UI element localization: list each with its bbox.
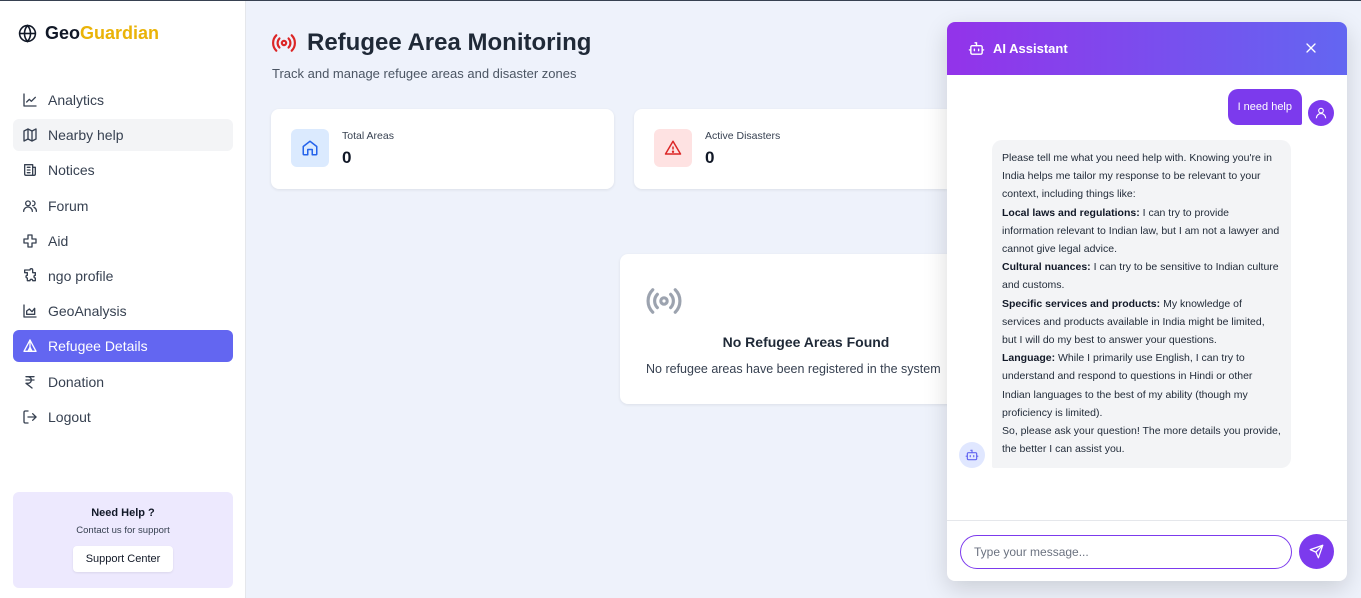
send-button[interactable]	[1299, 534, 1334, 569]
bot-icon	[968, 42, 985, 55]
empty-state-card: No Refugee Areas Found No refugee areas …	[620, 254, 960, 404]
area-chart-icon	[23, 304, 37, 318]
sidebar-item-label: Analytics	[48, 92, 105, 108]
bot-message-paragraph: Local laws and regulations: I can try to…	[1002, 204, 1281, 259]
broadcast-icon	[272, 34, 296, 52]
sidebar-item-label: Aid	[48, 232, 69, 249]
bot-message-paragraph: Language: While I primarily use English,…	[1002, 349, 1281, 422]
sidebar-item-donation[interactable]: Donation	[13, 366, 233, 398]
bot-message-paragraph: So, please ask your question! The more d…	[1002, 422, 1281, 458]
empty-state-subtitle: No refugee areas have been registered in…	[646, 362, 941, 376]
sidebar-item-notices[interactable]: Notices	[13, 154, 233, 186]
bot-message-text: Please tell me what you need help with. …	[1002, 152, 1272, 201]
chart-line-icon	[23, 93, 37, 107]
help-card: Need Help ? Contact us for support Suppo…	[13, 492, 233, 588]
chat-title: AI Assistant	[993, 41, 1068, 56]
page-title: Refugee Area Monitoring	[307, 29, 592, 56]
bot-message-paragraph: Specific services and products: My knowl…	[1002, 295, 1281, 350]
bot-message-paragraph: Cultural nuances: I can try to be sensit…	[1002, 258, 1281, 294]
ai-assistant-panel: AI Assistant I need help Please tell me …	[947, 22, 1347, 581]
users-icon	[23, 199, 37, 212]
help-subtitle: Contact us for support	[76, 525, 170, 536]
sidebar-item-nearby-help[interactable]: Nearby help	[13, 119, 233, 152]
app-logo[interactable]: GeoGuardian	[18, 23, 159, 44]
sidebar-item-label: Notices	[48, 162, 95, 179]
sidebar-item-forum[interactable]: Forum	[13, 190, 233, 222]
stat-card-total-areas: Total Areas 0	[271, 109, 614, 189]
user-message: I need help	[1227, 89, 1302, 125]
app-name-accent: Guardian	[80, 23, 160, 43]
chat-header: AI Assistant	[947, 22, 1347, 75]
stat-label: Total Areas	[342, 130, 394, 142]
sidebar-item-label: Nearby help	[48, 127, 124, 144]
sidebar-item-label: ngo profile	[48, 267, 114, 284]
sidebar-item-ngo-profile[interactable]: ngo profile	[13, 260, 233, 292]
sidebar-item-label: GeoAnalysis	[48, 303, 127, 320]
sidebar-item-label: Donation	[48, 373, 105, 390]
sidebar-item-label: Refugee Details	[48, 338, 148, 355]
bot-message: Please tell me what you need help with. …	[992, 140, 1291, 469]
sidebar-item-logout[interactable]: Logout	[13, 401, 233, 433]
support-center-button[interactable]: Support Center	[72, 546, 174, 572]
user-avatar-icon	[1308, 100, 1334, 126]
stat-label: Active Disasters	[705, 130, 781, 142]
home-icon	[291, 129, 329, 167]
bot-message-heading: Specific services and products:	[1002, 297, 1161, 310]
stat-value: 0	[342, 148, 352, 167]
empty-state-title: No Refugee Areas Found	[722, 334, 890, 350]
stat-card-active-disasters: Active Disasters 0	[634, 109, 947, 189]
page-subtitle: Track and manage refugee areas and disas…	[272, 66, 577, 81]
sidebar-nav: Analytics Nearby help Notices Forum Aid ngo p…	[13, 84, 233, 436]
bot-message-paragraph: Please tell me what you need help with. …	[1002, 149, 1281, 204]
bot-message-heading: Local laws and regulations:	[1002, 206, 1140, 219]
bot-message-heading: Cultural nuances:	[1002, 261, 1091, 274]
app-name-base: Geo	[45, 23, 81, 43]
sidebar-item-aid[interactable]: Aid	[13, 225, 233, 257]
sidebar-item-refugee-details[interactable]: Refugee Details	[13, 330, 233, 363]
chat-footer	[947, 520, 1347, 581]
rupee-icon	[25, 375, 35, 389]
newspaper-icon	[24, 164, 36, 177]
send-icon	[1309, 544, 1324, 559]
help-title: Need Help ?	[91, 507, 155, 519]
globe-icon	[18, 24, 37, 43]
stat-value: 0	[705, 148, 715, 167]
page-header: Refugee Area Monitoring	[271, 29, 591, 57]
close-icon[interactable]	[1303, 40, 1319, 56]
warning-icon	[654, 129, 692, 167]
cross-icon	[23, 234, 37, 248]
sidebar: GeoGuardian Analytics Nearby help Notices F…	[0, 1, 246, 598]
sidebar-item-geoanalysis[interactable]: GeoAnalysis	[13, 295, 233, 327]
map-icon	[23, 128, 37, 142]
sidebar-item-label: Forum	[48, 197, 89, 214]
bot-message-text: So, please ask your question! The more d…	[1002, 425, 1281, 456]
sidebar-item-label: Logout	[48, 408, 91, 425]
sidebar-item-analytics[interactable]: Analytics	[13, 84, 233, 116]
puzzle-icon	[24, 268, 36, 282]
bot-avatar-icon	[959, 442, 985, 468]
bot-message-heading: Language:	[1002, 352, 1056, 365]
message-input[interactable]	[960, 535, 1292, 569]
tent-icon	[23, 339, 37, 353]
broadcast-icon	[645, 282, 683, 325]
logout-icon	[23, 410, 37, 424]
